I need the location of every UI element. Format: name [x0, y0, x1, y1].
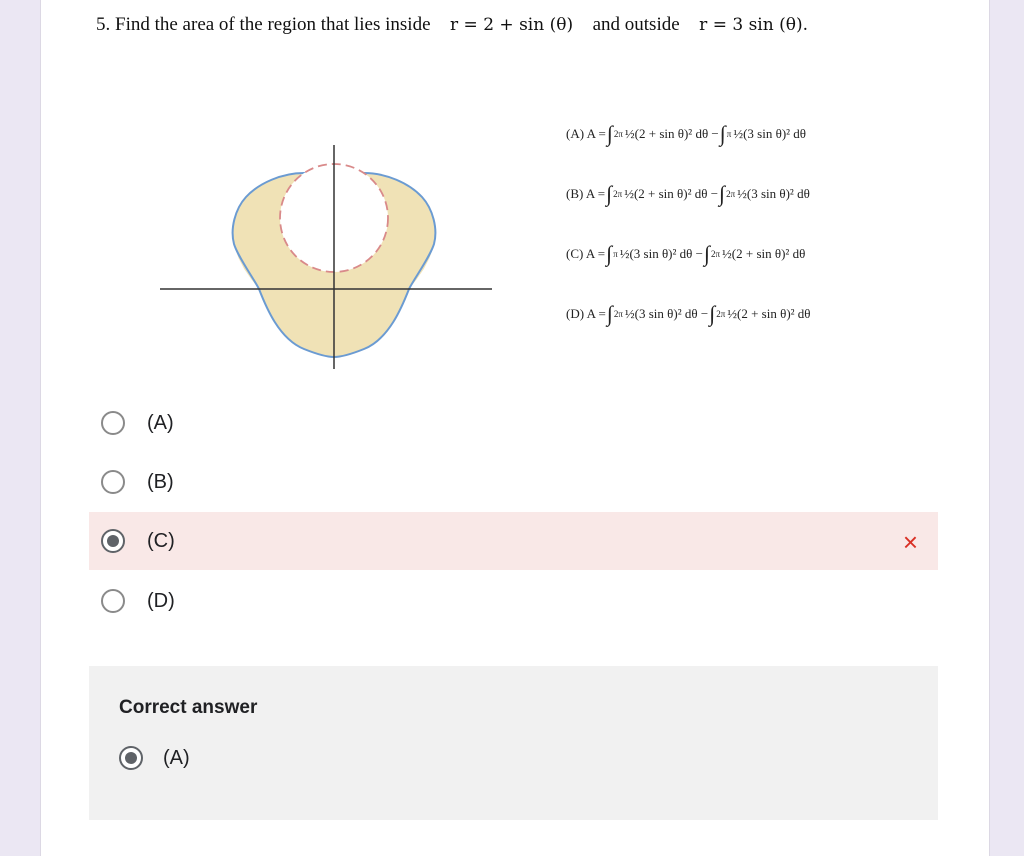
integral-sign: ∫	[606, 181, 613, 206]
radio-button[interactable]	[101, 589, 125, 613]
formula-choices: (A) A = ∫ 2π ½(2 + sin θ)² dθ − ∫ π ½(3 si…	[566, 104, 926, 344]
integral-sign: ∫	[703, 241, 710, 266]
correct-answer-label: (A)	[163, 746, 190, 769]
formula-b: (B) A = ∫ 2π ½(2 + sin θ)² dθ − ∫ 2π ½(3 s…	[566, 164, 926, 224]
formula-label: (D) A =	[566, 306, 606, 321]
option-label: (A)	[147, 411, 174, 434]
integral-sign: ∫	[719, 121, 726, 146]
formula-c: (C) A = ∫ π ½(3 sin θ)² dθ − ∫ 2π ½(2 + si…	[566, 224, 926, 284]
integrand: ½(3 sin θ)² dθ −	[619, 246, 703, 261]
integrand: ½(3 sin θ)² dθ −	[624, 306, 709, 321]
curve-1-equation: r = 2 + sin (θ)	[450, 15, 574, 35]
integrand: ½(2 + sin θ)² dθ −	[624, 186, 719, 201]
option-d[interactable]: (D)	[89, 572, 938, 630]
option-label: (C)	[147, 529, 175, 552]
integral-upper-limit: π	[726, 129, 732, 139]
question-text: 5. Find the area of the region that lies…	[96, 14, 936, 36]
integral-sign: ∫	[709, 301, 716, 326]
incorrect-x-icon: ×	[902, 527, 918, 557]
question-number: 5.	[96, 14, 111, 35]
formula-label: (C) A =	[566, 246, 606, 261]
formula-a: (A) A = ∫ 2π ½(2 + sin θ)² dθ − ∫ π ½(3 si…	[566, 104, 926, 164]
integrand: ½(2 + sin θ)² dθ	[722, 246, 806, 261]
option-b[interactable]: (B)	[89, 453, 938, 511]
option-a[interactable]: (A)	[89, 394, 938, 452]
correct-answer-title: Correct answer	[119, 697, 258, 718]
correct-answer-option: (A)	[119, 746, 190, 770]
integral-upper-limit: 2π	[613, 189, 623, 199]
integral-upper-limit: 2π	[613, 309, 623, 319]
integrand: ½(3 sin θ)² dθ	[737, 186, 810, 201]
integral-sign: ∫	[606, 241, 613, 266]
curve-2-equation: r = 3 sin (θ).	[699, 15, 808, 35]
integral-sign: ∫	[719, 181, 726, 206]
correct-answer-panel: Correct answer (A)	[89, 666, 938, 820]
integral-sign: ∫	[606, 301, 613, 326]
radio-button-selected	[119, 746, 143, 770]
question-middle-text: and outside	[592, 14, 680, 35]
option-label: (D)	[147, 589, 175, 612]
question-prompt: Find the area of the region that lies in…	[115, 14, 431, 35]
radio-button[interactable]	[101, 411, 125, 435]
integrand: ½(2 + sin θ)² dθ	[727, 306, 811, 321]
integral-upper-limit: 2π	[726, 189, 736, 199]
option-label: (B)	[147, 470, 174, 493]
radio-button-selected[interactable]	[101, 529, 125, 553]
integral-sign: ∫	[606, 121, 613, 146]
integral-upper-limit: 2π	[716, 309, 726, 319]
integrand: ½(2 + sin θ)² dθ −	[624, 126, 719, 141]
formula-d: (D) A = ∫ 2π ½(3 sin θ)² dθ − ∫ 2π ½(2 + s…	[566, 284, 926, 344]
formula-label: (A) A =	[566, 126, 606, 141]
radio-button[interactable]	[101, 470, 125, 494]
integral-upper-limit: 2π	[711, 249, 721, 259]
integral-upper-limit: 2π	[613, 129, 623, 139]
polar-region-figure	[160, 145, 492, 369]
integrand: ½(3 sin θ)² dθ	[733, 126, 807, 141]
formula-label: (B) A =	[566, 186, 606, 201]
integral-upper-limit: π	[613, 249, 618, 259]
option-c[interactable]: (C) ×	[89, 512, 938, 570]
